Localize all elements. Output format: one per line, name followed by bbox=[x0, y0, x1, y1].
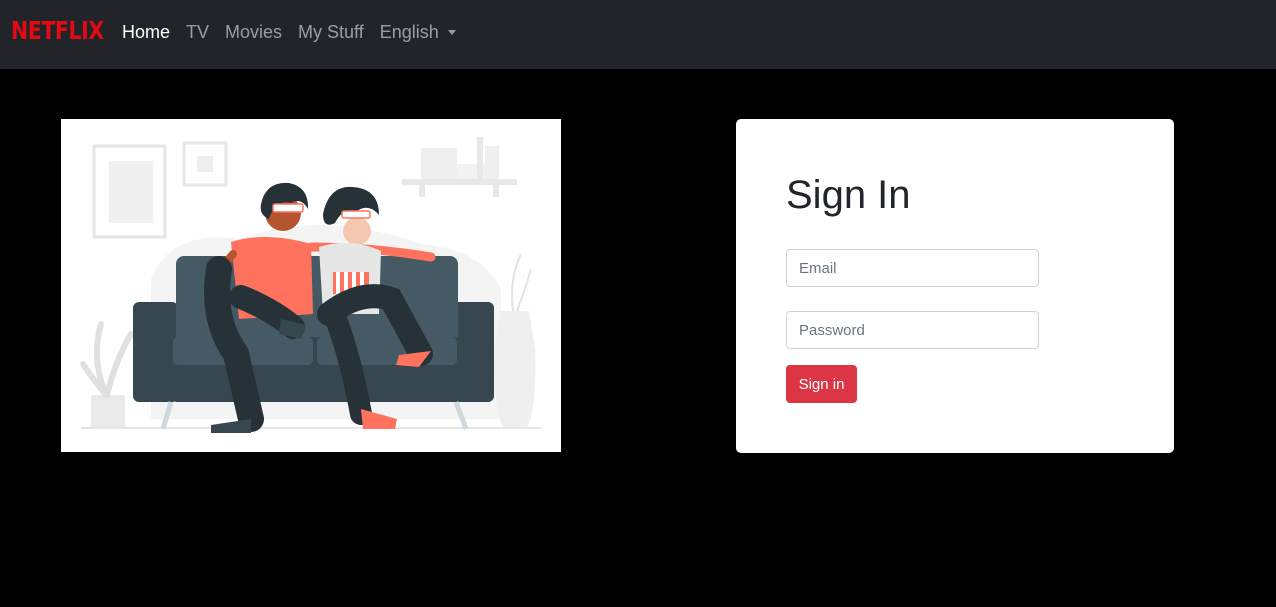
nav-links: Home TV Movies My Stuff English bbox=[122, 19, 472, 45]
caret-down-icon bbox=[447, 30, 456, 35]
email-field[interactable] bbox=[786, 249, 1039, 287]
nav-link-movies[interactable]: Movies bbox=[225, 19, 282, 45]
signin-title: Sign In bbox=[786, 173, 911, 217]
password-field[interactable] bbox=[786, 311, 1039, 349]
language-dropdown[interactable]: English bbox=[380, 19, 456, 45]
top-navbar: NETFLIX Home TV Movies My Stuff English bbox=[0, 0, 1276, 69]
nav-link-tv[interactable]: TV bbox=[186, 19, 209, 45]
signin-button[interactable]: Sign in bbox=[786, 365, 857, 403]
signin-card: Sign In Sign in bbox=[736, 119, 1174, 453]
language-dropdown-label: English bbox=[379, 22, 439, 42]
hero-illustration bbox=[61, 119, 561, 452]
couple-watching-movie-illustration bbox=[80, 137, 541, 433]
netflix-logo[interactable]: NETFLIX bbox=[11, 14, 104, 48]
nav-link-home[interactable]: Home bbox=[122, 19, 170, 45]
nav-link-my-stuff[interactable]: My Stuff bbox=[298, 19, 364, 45]
